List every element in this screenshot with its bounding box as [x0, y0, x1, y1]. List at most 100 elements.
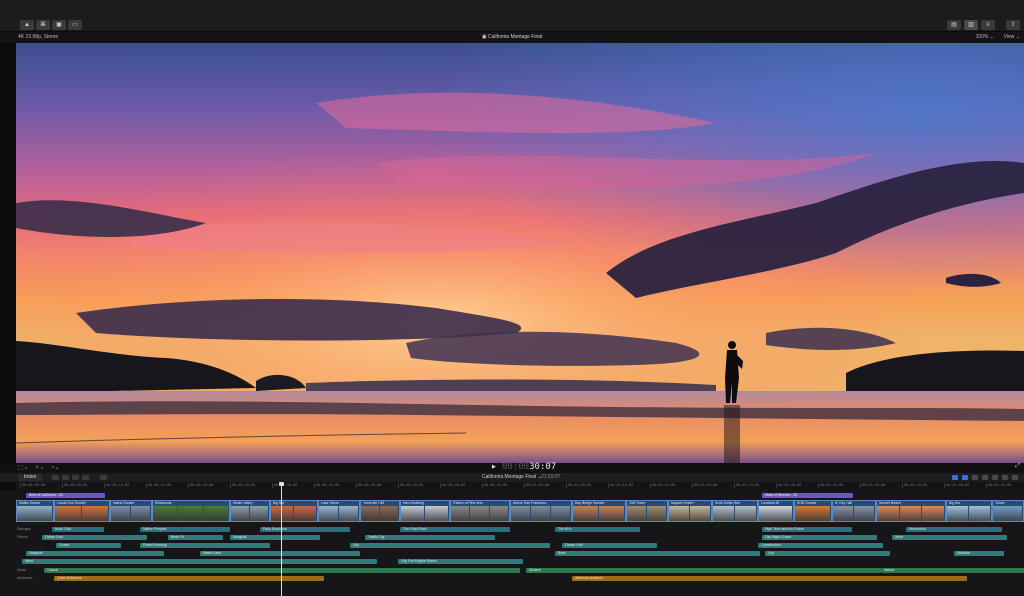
video-clip[interactable]: Big Sur	[946, 500, 992, 522]
audio-clip[interactable]: Recreation	[906, 527, 1002, 532]
audio-clip[interactable]: Construction	[758, 543, 883, 548]
video-clip[interactable]: Lands End Sunset	[54, 500, 110, 522]
append-icon[interactable]	[72, 475, 79, 480]
snapping-icon[interactable]	[982, 475, 988, 480]
timeline-icon[interactable]: ▥	[964, 20, 978, 30]
ruler-tick-label: 00:01:15:00	[649, 483, 676, 488]
video-clip[interactable]: Bay Bridge Sunset	[572, 500, 626, 522]
play-icon[interactable]: ▶	[492, 464, 496, 470]
video-clip[interactable]: Yosemite Cliff	[360, 500, 400, 522]
video-clip[interactable]: Island Sunset	[110, 500, 152, 522]
video-clip[interactable]: Lake Tahoe	[318, 500, 360, 522]
audio-clip[interactable]: City	[765, 551, 890, 556]
ruler-tick-label: 00:00:45:00	[397, 483, 424, 488]
video-clip[interactable]: Tahoe	[992, 500, 1024, 522]
video-clip[interactable]: Mojave Desert	[668, 500, 712, 522]
audio-clip[interactable]: The 60's	[555, 527, 640, 532]
clip-thumbnail	[111, 506, 130, 521]
inspector-icon[interactable]: ≡	[981, 20, 995, 30]
video-clip[interactable]: Palace of Fine Arts	[450, 500, 510, 522]
audio-clip[interactable]: Machine	[954, 551, 1004, 556]
video-clip[interactable]: Sunset Beach	[876, 500, 946, 522]
audio-clip[interactable]: Book Club	[52, 527, 104, 532]
audio-clip[interactable]: Forest Evening	[140, 543, 270, 548]
audio-clip[interactable]: Seagulls	[230, 535, 320, 540]
audio-clip[interactable]: City	[350, 543, 550, 548]
audio-clip[interactable]: The Gold Rush	[400, 527, 510, 532]
ruler-tick-label: 00:01:35:00	[817, 483, 844, 488]
ruler-tick-label: 00:00:35:00	[313, 483, 340, 488]
headphones-icon[interactable]	[972, 475, 978, 480]
clip-thumbnail	[854, 506, 874, 521]
keyword-icon[interactable]: ⌘	[36, 20, 50, 30]
timeline-project-menu[interactable]: California Montage Final ⌄	[482, 473, 542, 482]
audio-skimming-icon[interactable]	[962, 475, 968, 480]
crop-tool-icon[interactable]: ⬚⌄	[18, 464, 29, 471]
audio-clip[interactable]: City Night Crowd	[762, 535, 877, 540]
insert-icon[interactable]	[62, 475, 69, 480]
clip-thumbnail	[511, 506, 530, 521]
audio-clip[interactable]: Seagulls	[26, 551, 164, 556]
video-clip[interactable]: Death Valley	[230, 500, 270, 522]
video-clip[interactable]: SOB Sunset	[794, 500, 832, 522]
audio-clip[interactable]: Alternate Ambient	[572, 576, 967, 581]
enhance-tool-icon[interactable]: ✧⌄	[35, 464, 45, 471]
audio-clip[interactable]: Wind	[22, 559, 377, 564]
audio-clip[interactable]: Nature	[881, 568, 1024, 573]
audio-clip[interactable]: Ocean Surf	[42, 535, 147, 540]
audio-clip[interactable]: Quiet Ambience	[54, 576, 324, 581]
audio-clip[interactable]: Native Peoples	[140, 527, 230, 532]
video-clip-label: Above San Francisco	[513, 501, 547, 505]
audio-clip[interactable]: Wind	[892, 535, 1007, 540]
clip-thumbnail	[231, 506, 249, 521]
audio-clip[interactable]: High Tech and the Future	[762, 527, 852, 532]
playhead[interactable]	[279, 482, 284, 596]
audio-clip[interactable]: Birds FX	[168, 535, 223, 540]
video-clip[interactable]: Cliff Tower	[626, 500, 668, 522]
audio-clip[interactable]: Traffic City	[365, 535, 495, 540]
audio-clip[interactable]: Water Lake	[200, 551, 360, 556]
audio-clip[interactable]: Boat	[555, 551, 760, 556]
share-icon[interactable]: ▭	[68, 20, 82, 30]
timeline-ruler[interactable]: 00:00:00:00 00:00:05:00 00:00:10:00 00:00:1…	[16, 482, 1024, 490]
clip-thumbnail	[203, 506, 228, 521]
effects-browser-icon[interactable]	[1002, 475, 1008, 480]
clip-appearance-icon[interactable]	[992, 475, 998, 480]
transitions-browser-icon[interactable]	[1012, 475, 1018, 480]
clip-thumbnail	[833, 506, 853, 521]
video-clip[interactable]: Malibu Beach	[16, 500, 54, 522]
view-menu[interactable]: View ⌄	[1004, 32, 1020, 43]
audio-clip[interactable]: Early Explorers	[260, 527, 350, 532]
video-clip[interactable]: Big Sur	[270, 500, 318, 522]
audio-clip[interactable]: Ocean Surf	[562, 543, 657, 548]
title-clip[interactable]: Best of California - 00	[26, 493, 105, 498]
browser-toggle-icon[interactable]: ▣	[52, 20, 66, 30]
audio-clip[interactable]: Casual	[44, 568, 520, 573]
connect-icon[interactable]	[52, 475, 59, 480]
overwrite-icon[interactable]	[82, 475, 89, 480]
video-clip[interactable]: Redwoods	[152, 500, 230, 522]
library-icon[interactable]: ▤	[947, 20, 961, 30]
clip-thumbnail	[713, 506, 734, 521]
video-clip[interactable]: Lombard St	[758, 500, 794, 522]
viewer-canvas[interactable]	[16, 43, 1024, 463]
zoom-menu[interactable]: 100% ⌄	[976, 32, 994, 43]
timecode-seconds-frames: 30:07	[529, 462, 557, 472]
video-clip[interactable]: Hero Building	[400, 500, 450, 522]
audio-clip[interactable]: Crowd	[56, 543, 121, 548]
fullscreen-icon[interactable]: ⤢	[1015, 463, 1020, 470]
video-clip[interactable]: El City Hall	[832, 500, 876, 522]
speed-tool-icon[interactable]: ◔⌄	[51, 464, 60, 471]
select-tool-icon[interactable]	[100, 475, 107, 480]
index-button[interactable]: Index	[18, 474, 43, 481]
audio-clip[interactable]: Modern	[526, 568, 881, 573]
import-icon[interactable]: ▲	[20, 20, 34, 30]
title-clip[interactable]: State of Wonder - 00	[762, 493, 853, 498]
video-clip-label: Malibu Beach	[19, 501, 41, 505]
skimming-icon[interactable]	[952, 475, 958, 480]
video-clip[interactable]: Sixth Dollar Wer	[712, 500, 758, 522]
audio-clip[interactable]: City Fire Engine Sirens	[398, 559, 523, 564]
export-share-icon[interactable]: ⇪	[1006, 20, 1020, 30]
clip-thumbnail	[627, 506, 646, 521]
video-clip[interactable]: Above San Francisco	[510, 500, 572, 522]
